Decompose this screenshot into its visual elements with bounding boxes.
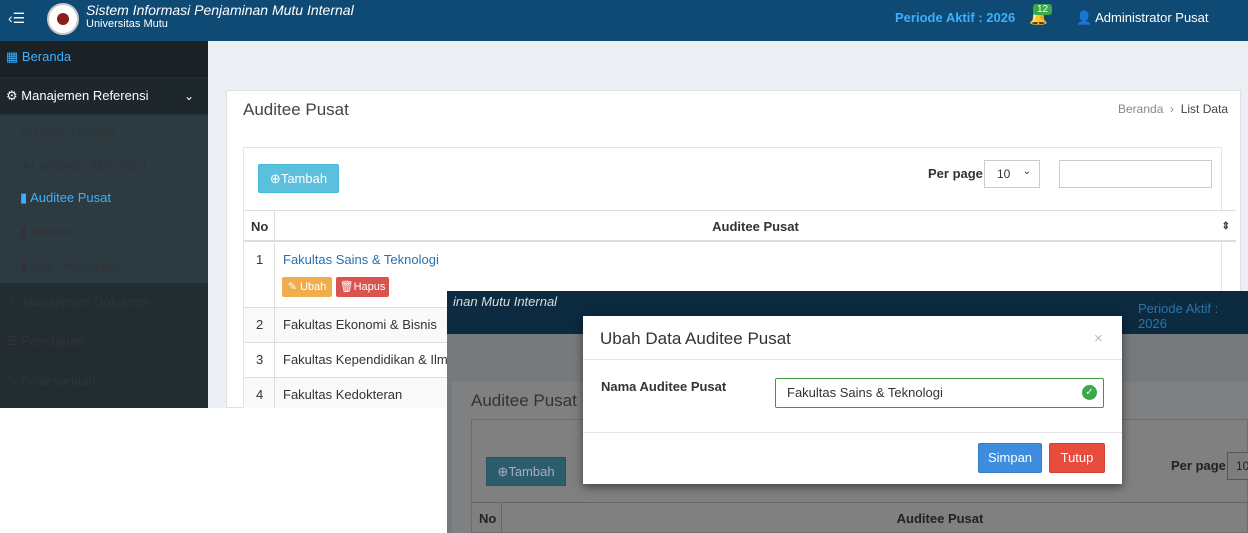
row-name-link[interactable]: Fakultas Sains & Teknologi: [283, 252, 439, 267]
plus-circle-icon: ⊕: [269, 171, 281, 186]
sidebar-item-lembaga-akreditasi[interactable]: ★Lembaga Akreditasi: [0, 149, 208, 183]
chevron-right-icon: ›: [190, 295, 194, 309]
row-name: Fakultas Ekonomi & Bisnis: [283, 317, 437, 332]
university-logo: [47, 3, 79, 35]
pencil-icon: ✎: [287, 281, 300, 293]
app-subtitle: Universitas Mutu: [86, 18, 168, 30]
sidebar-item-penetapan[interactable]: ☰ Penetapan ›: [0, 324, 208, 358]
sidebar-item-pelaksanaan[interactable]: ✎ Pelaksanaan ›: [0, 364, 208, 398]
row-number: 4: [244, 378, 275, 408]
trash-icon: 🗑: [339, 281, 354, 293]
overlay-per-page-select: 10: [1227, 452, 1248, 480]
overlay-column-header-auditee-pusat: Auditee Pusat: [502, 502, 1248, 533]
search-input[interactable]: [1059, 160, 1212, 188]
app-title: Sistem Informasi Penjaminan Mutu Interna…: [86, 2, 354, 18]
overlay-per-page-label: Per page:: [1171, 458, 1231, 473]
book-icon: ▮: [20, 224, 31, 239]
modal-footer-divider: [583, 432, 1122, 433]
top-navbar: ‹☰ Sistem Informasi Penjaminan Mutu Inte…: [0, 0, 1248, 41]
sidebar-item-auditee[interactable]: ▮ Auditee: [0, 215, 208, 249]
user-icon: 👤: [1076, 10, 1096, 25]
check-circle-icon: ✓: [1082, 385, 1097, 400]
overlay-active-period: Periode Aktif : 2026: [1138, 301, 1219, 331]
chevron-right-icon: ›: [190, 334, 194, 348]
per-page-label: Per page:: [928, 166, 988, 181]
modal-header-divider: [583, 359, 1122, 360]
sidebar-item-manajemen-referensi[interactable]: ⚙ Manajemen Referensi ⌄: [0, 79, 208, 113]
pencil-square-icon: ✎: [6, 373, 21, 388]
list-icon: ☰: [6, 333, 22, 348]
star-icon: ★: [20, 158, 32, 173]
overlay-column-header-no: No: [472, 502, 502, 533]
breadcrumb-current: List Data: [1180, 102, 1229, 116]
user-name: Administrator Pusat: [1095, 10, 1209, 25]
page-title: Auditee Pusat: [243, 100, 349, 119]
notification-badge: 12: [1033, 4, 1053, 15]
add-button[interactable]: ⊕Tambah: [258, 164, 339, 193]
auditee-pusat-name-input[interactable]: Fakultas Sains & Teknologi ✓: [775, 378, 1104, 408]
overlay-add-button: ⊕Tambah: [486, 457, 566, 486]
save-button[interactable]: Simpan: [978, 443, 1042, 473]
sidebar-item-auditee-pusat[interactable]: ▮ Auditee Pusat: [0, 181, 208, 215]
calendar-icon: ▤: [20, 124, 33, 139]
column-header-no[interactable]: No: [244, 210, 275, 242]
overlay-app-title: inan Mutu Internal: [453, 294, 558, 309]
sidebar-toggle-icon[interactable]: ‹☰: [8, 10, 25, 27]
row-number: 3: [244, 343, 275, 377]
row-number: 1: [244, 243, 275, 307]
breadcrumb: Beranda › List Data: [1118, 102, 1229, 116]
column-header-auditee-pusat[interactable]: Auditee Pusat ⇕: [275, 210, 1236, 242]
th-icon: ▦: [6, 49, 22, 64]
chevron-down-icon: ⌄: [1022, 166, 1031, 177]
active-period: Periode Aktif : 2026: [895, 10, 1016, 25]
sidebar-item-manajemen-dokumen[interactable]: ⓘ Manajemen Dokumen ›: [0, 285, 208, 319]
row-name: Fakultas Kependidikan & Ilmu: [283, 352, 455, 367]
breadcrumb-home[interactable]: Beranda: [1118, 102, 1163, 116]
row-number: 2: [244, 308, 275, 342]
user-menu[interactable]: 👤 Administrator Pusat: [1076, 10, 1209, 26]
close-icon[interactable]: ×: [1094, 330, 1103, 347]
book-icon: ▮: [20, 190, 31, 205]
delete-button[interactable]: 🗑Hapus: [336, 277, 389, 297]
cubes-icon: ⚙: [6, 88, 22, 103]
book-icon: ▮: [20, 258, 31, 273]
sort-icon: ⇕: [1221, 221, 1230, 232]
info-circle-icon: ⓘ: [6, 294, 23, 309]
edit-button[interactable]: ✎ Ubah: [282, 277, 332, 297]
sidebar-item-unit-penunjang[interactable]: ▮ Unit Penunjang: [0, 249, 208, 283]
close-button[interactable]: Tutup: [1049, 443, 1105, 473]
plus-circle-icon: ⊕: [497, 464, 509, 479]
field-label: Nama Auditee Pusat: [601, 379, 727, 394]
sidebar-item-tahun-periode[interactable]: ▤Tahun Periode: [0, 115, 208, 149]
sidebar-item-beranda[interactable]: ▦ Beranda: [0, 41, 208, 77]
per-page-select[interactable]: 10 ⌄: [984, 160, 1040, 188]
modal-title: Ubah Data Auditee Pusat: [600, 329, 791, 348]
chevron-right-icon: ›: [190, 374, 194, 388]
chevron-down-icon: ⌄: [183, 89, 194, 103]
row-name: Fakultas Kedokteran: [283, 387, 403, 402]
overlay-page-title: Auditee Pusat: [471, 391, 577, 410]
